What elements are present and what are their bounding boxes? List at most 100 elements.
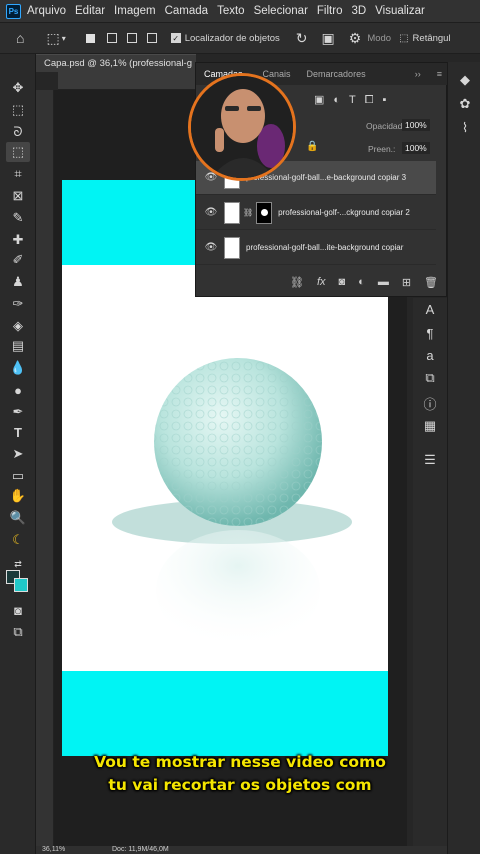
menu-selecionar[interactable]: Selecionar bbox=[254, 5, 308, 17]
new-layer-icon[interactable]: ⊞ bbox=[402, 276, 411, 289]
background-color-swatch[interactable] bbox=[14, 578, 28, 592]
refresh-icon[interactable]: ↻ bbox=[296, 30, 308, 47]
right-icon-strip: ◆ ✿ ⌇ bbox=[447, 62, 480, 854]
settings-icon[interactable]: ⚙ bbox=[349, 30, 362, 47]
horizontal-ruler bbox=[58, 72, 198, 90]
panel-footer: ⛓ fx ◙ ◐ ▬ ⊞ 🗑 bbox=[196, 268, 448, 296]
layer-row[interactable]: 👁 ⛓ professional-golf-...ckground copiar… bbox=[196, 196, 436, 230]
hand-tool-icon[interactable]: ✋ bbox=[6, 486, 30, 506]
eye-icon[interactable]: 👁 bbox=[202, 242, 220, 253]
path-selection-tool-icon[interactable]: ➤ bbox=[6, 444, 30, 464]
clone-source-icon[interactable]: ⧉ bbox=[420, 370, 440, 386]
menu-imagem[interactable]: Imagem bbox=[114, 5, 156, 17]
collapse-panel-icon[interactable]: ›› bbox=[415, 69, 421, 79]
info-icon[interactable]: ⓘ bbox=[420, 394, 440, 413]
tab-demarcadores[interactable]: Demarcadores bbox=[307, 69, 366, 79]
layer-row[interactable]: 👁 professional-golf-ball...ite-backgroun… bbox=[196, 231, 436, 265]
layer-name[interactable]: professional-golf-ball...ite-background … bbox=[246, 243, 403, 252]
banana-icon[interactable]: ☾ bbox=[6, 530, 30, 550]
home-icon[interactable]: ⌂ bbox=[16, 30, 24, 46]
tools-panel: ✥ ⬚ ᘐ ⬚ ⌗ ⊠ ✎ ✚ ✐ ♟ ✑ ◈ ▤ 💧 ● ✒ T ➤ ▭ ✋ … bbox=[0, 54, 36, 854]
ball-reflection bbox=[156, 530, 320, 650]
history-brush-tool-icon[interactable]: ✑ bbox=[6, 294, 30, 314]
link-layers-icon[interactable]: ⛓ bbox=[290, 276, 304, 289]
fx-icon[interactable]: fx bbox=[317, 276, 326, 288]
menu-filtro[interactable]: Filtro bbox=[317, 5, 343, 17]
intersect-selection-icon[interactable] bbox=[146, 33, 157, 43]
color-icon[interactable]: ✿ bbox=[456, 96, 474, 112]
character-panel-icon[interactable]: A bbox=[420, 302, 440, 317]
link-icon: ⛓ bbox=[243, 208, 254, 217]
presenter-video bbox=[191, 76, 293, 178]
add-selection-icon[interactable] bbox=[106, 33, 117, 43]
eyedropper-tool-icon[interactable]: ✎ bbox=[6, 208, 30, 228]
layers-icon[interactable]: ◆ bbox=[456, 72, 474, 88]
blur-tool-icon[interactable]: 💧 bbox=[6, 358, 30, 378]
tab-canais[interactable]: Canais bbox=[263, 69, 291, 79]
rectangle-tool-icon[interactable]: ▭ bbox=[6, 466, 30, 486]
document-tab[interactable]: Capa.psd @ 36,1% (professional-g bbox=[36, 54, 196, 72]
document-size: Doc: 11,9M/46,0M bbox=[112, 846, 169, 853]
subtract-selection-icon[interactable] bbox=[126, 33, 137, 43]
photoshop-logo-icon[interactable]: Ps bbox=[6, 3, 21, 19]
table-icon[interactable]: ▦ bbox=[420, 418, 440, 434]
show-all-objects-icon[interactable]: ▣ bbox=[322, 30, 335, 47]
paragraph-panel-icon[interactable]: ¶ bbox=[420, 326, 440, 341]
rectangle-mode-label[interactable]: Retângul bbox=[413, 33, 451, 44]
layer-mask-thumbnail[interactable] bbox=[256, 201, 273, 224]
layer-thumbnail bbox=[224, 201, 240, 224]
menu-visualizar[interactable]: Visualizar bbox=[375, 5, 425, 17]
panel-menu-icon[interactable]: ≡ bbox=[437, 69, 442, 79]
brush-tool-icon[interactable]: ✐ bbox=[6, 250, 30, 270]
lasso-tool-icon[interactable]: ᘐ bbox=[6, 122, 30, 142]
chevron-down-icon[interactable]: ▾ bbox=[62, 34, 66, 43]
new-selection-icon[interactable] bbox=[85, 33, 95, 43]
glyphs-icon[interactable]: a bbox=[420, 348, 440, 363]
webcam-overlay bbox=[188, 73, 296, 181]
lock-icon[interactable]: 🔒 bbox=[306, 141, 318, 152]
rectangle-mode-icon[interactable]: ⬚ bbox=[399, 33, 408, 44]
layer-filter-icons[interactable]: ▣◐T⧠▪ bbox=[314, 93, 395, 107]
healing-brush-tool-icon[interactable]: ✚ bbox=[6, 230, 30, 250]
golf-ball-dimples bbox=[154, 358, 322, 526]
layer-name[interactable]: professional-golf-...ckground copiar 2 bbox=[278, 208, 410, 217]
adjustments-icon[interactable]: ☰ bbox=[420, 452, 440, 468]
eraser-tool-icon[interactable]: ◈ bbox=[6, 316, 30, 336]
menu-arquivo[interactable]: Arquivo bbox=[27, 5, 66, 17]
pen-tool-icon[interactable]: ✒ bbox=[6, 402, 30, 422]
object-selection-tool-icon[interactable]: ⬚ bbox=[46, 30, 59, 47]
menu-editar[interactable]: Editar bbox=[75, 5, 105, 17]
menu-texto[interactable]: Texto bbox=[217, 5, 245, 17]
add-mask-icon[interactable]: ◙ bbox=[339, 276, 346, 288]
object-finder-label: Localizador de objetos bbox=[184, 32, 280, 44]
object-selection-tool-icon[interactable]: ⬚ bbox=[6, 142, 30, 162]
fill-value[interactable]: 100% bbox=[402, 142, 430, 154]
screen-mode-icon[interactable]: ⧉ bbox=[6, 622, 30, 642]
adjustment-layer-icon[interactable]: ◐ bbox=[358, 276, 365, 288]
crop-tool-icon[interactable]: ⌗ bbox=[6, 164, 30, 184]
subtitle-line-2: tu vai recortar os objetos com bbox=[108, 776, 372, 794]
trash-icon[interactable]: 🗑 bbox=[424, 276, 438, 289]
eye-icon[interactable]: 👁 bbox=[202, 207, 220, 218]
zoom-tool-icon[interactable]: 🔍 bbox=[6, 508, 30, 528]
gradient-tool-icon[interactable]: ▤ bbox=[6, 336, 30, 356]
menu-3d[interactable]: 3D bbox=[351, 5, 366, 17]
frame-tool-icon[interactable]: ⊠ bbox=[6, 186, 30, 206]
clone-stamp-tool-icon[interactable]: ♟ bbox=[6, 272, 30, 292]
quick-mask-icon[interactable]: ◙ bbox=[6, 600, 30, 620]
group-icon[interactable]: ▬ bbox=[378, 276, 389, 288]
layer-name[interactable]: professional-golf-ball...e-background co… bbox=[246, 173, 406, 182]
type-tool-icon[interactable]: T bbox=[6, 422, 30, 442]
subtitle-line-1: Vou te mostrar nesse video como bbox=[94, 753, 386, 771]
menu-camada[interactable]: Camada bbox=[165, 5, 208, 17]
dodge-tool-icon[interactable]: ● bbox=[6, 380, 30, 400]
fill-label: Preen.: bbox=[368, 144, 396, 154]
layer-thumbnail bbox=[224, 236, 240, 259]
paths-icon[interactable]: ⌇ bbox=[456, 120, 474, 136]
object-finder-checkbox[interactable]: ✓ bbox=[170, 33, 181, 43]
options-bar: ⌂ ⬚ ▾ ✓ Localizador de objetos ↻ ▣ ⚙ Mod… bbox=[0, 22, 480, 54]
opacity-value[interactable]: 100% bbox=[402, 119, 430, 131]
zoom-level[interactable]: 36,11% bbox=[42, 846, 65, 853]
marquee-tool-icon[interactable]: ⬚ bbox=[6, 100, 30, 120]
move-tool-icon[interactable]: ✥ bbox=[6, 78, 30, 98]
